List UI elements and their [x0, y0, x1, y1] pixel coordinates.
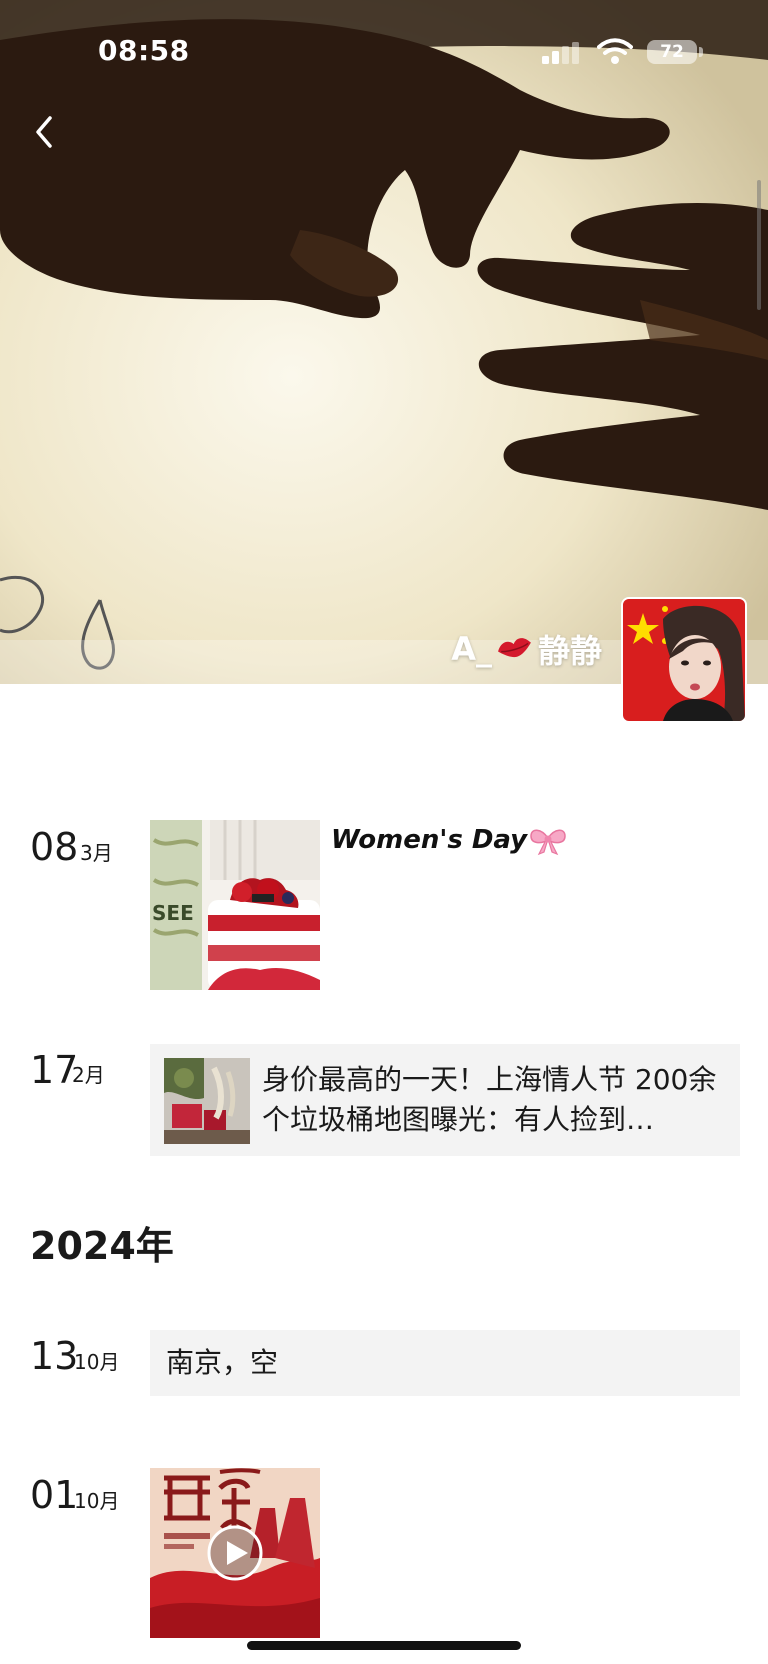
- battery-cap: [699, 47, 703, 57]
- entry-day: 13: [30, 1334, 79, 1378]
- post-caption: Women's Day: [331, 824, 567, 856]
- post-photo-thumbnail[interactable]: SEE: [150, 820, 320, 990]
- chevron-left-icon: [36, 116, 52, 148]
- signal-icon: [542, 42, 579, 64]
- svg-text:SEE: SEE: [152, 901, 194, 925]
- moments-profile-page: 08:58 72 A_ 静静 08 3月 SEE Women's Day 17 …: [0, 0, 768, 1664]
- entry-month: 2月: [72, 1063, 105, 1087]
- status-bar: 08:58 72: [0, 0, 768, 100]
- profile-name-prefix: A_: [451, 630, 492, 668]
- scroll-indicator[interactable]: [757, 180, 761, 310]
- battery-indicator: 72: [647, 40, 697, 64]
- video-post-thumbnail[interactable]: [150, 1468, 320, 1638]
- avatar-image: [623, 599, 745, 721]
- shared-article-card[interactable]: 身价最高的一天！上海情人节 200余个垃圾桶地图曝光：有人捡到…: [150, 1044, 740, 1156]
- entry-month: 10月: [74, 1350, 120, 1374]
- entry-month: 10月: [74, 1489, 120, 1513]
- profile-name-suffix: 静静: [537, 632, 602, 670]
- entry-month: 3月: [80, 841, 113, 865]
- home-indicator[interactable]: [247, 1641, 521, 1650]
- entry-day: 08: [30, 825, 79, 869]
- text-post-card[interactable]: 南京，空: [150, 1330, 740, 1396]
- avatar[interactable]: [621, 597, 747, 723]
- cake-photo-image: SEE: [150, 820, 320, 990]
- year-header: 2024年: [30, 1224, 174, 1268]
- article-thumbnail-image: [164, 1058, 250, 1144]
- cover-photo[interactable]: 08:58 72 A_ 静静: [0, 0, 768, 684]
- post-caption-text: Women's Day: [331, 825, 528, 855]
- entry-day: 01: [30, 1473, 79, 1517]
- article-title: 身价最高的一天！上海情人节 200余个垃圾桶地图曝光：有人捡到…: [262, 1063, 717, 1136]
- kiss-lips-icon: [498, 638, 531, 658]
- text-post-content: 南京，空: [166, 1346, 279, 1379]
- article-thumbnail: [164, 1058, 250, 1144]
- status-time: 08:58: [98, 34, 190, 67]
- ribbon-bow-icon: [530, 829, 566, 856]
- back-button[interactable]: [22, 110, 66, 154]
- cover-hands-image: [0, 0, 768, 684]
- wifi-icon: [597, 38, 633, 64]
- profile-name: A_ 静静: [451, 626, 602, 672]
- battery-level: 72: [660, 42, 684, 62]
- national-day-poster-image: [150, 1468, 320, 1638]
